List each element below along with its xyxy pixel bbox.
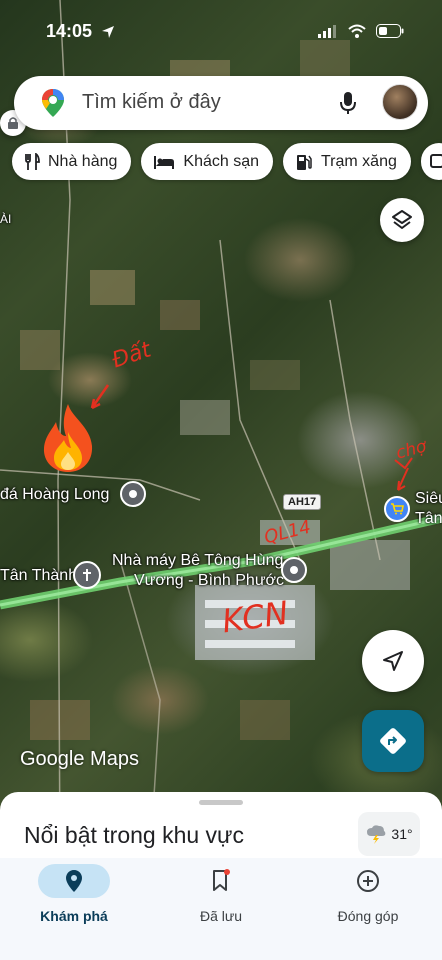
layers-icon [392,210,412,229]
nav-explore-pill [38,864,110,898]
chip-restaurants[interactable]: Nhà hàng [12,143,132,180]
nav-label: Đã lưu [199,908,243,924]
map-label-tan-thanh[interactable]: Tân Thành [0,567,77,585]
nav-saved[interactable]: Đã lưu [151,864,291,924]
shopping-cart-icon [391,503,404,515]
layers-button[interactable] [380,198,424,242]
status-bar: 14:05 [0,0,442,64]
status-icons [318,24,404,38]
supermarket-marker[interactable] [384,496,410,522]
my-location-button[interactable] [362,630,424,692]
road-shield-ah17: AH17 [283,494,322,510]
map-label-edge: ÀI [0,212,12,226]
bookmark-icon [213,869,230,891]
location-arrow-icon [102,26,114,38]
place-marker-factory[interactable] [281,557,307,583]
directions-icon [380,728,406,754]
map-label-sieu-line2[interactable]: Tân [415,510,442,528]
sheet-title: Nổi bật trong khu vực [24,822,244,848]
battery-icon [376,24,404,38]
nav-label: Khám phá [40,908,108,924]
nav-saved-pill [185,864,257,898]
weather-temp: 31° [391,826,413,842]
church-marker[interactable] [73,561,101,589]
chip-label: Trạm xăng [321,152,397,170]
maps-pin-icon [42,89,64,117]
weather-badge[interactable]: 31° [358,812,420,856]
navigation-arrow-icon [383,651,403,671]
chip-gas-stations[interactable]: Trạm xăng [283,143,411,180]
sheet-drag-handle[interactable] [199,800,243,805]
hotel-icon [154,155,175,169]
map-label-hoang-long[interactable]: đá Hoàng Long [0,486,109,504]
cross-icon [83,569,91,581]
add-circle-icon [357,870,379,892]
search-placeholder: Tìm kiếm ở đây [82,91,221,113]
chip-label: Nhà hàng [48,152,118,170]
directions-button[interactable] [362,710,424,772]
search-bar[interactable]: Tìm kiếm ở đây [14,76,428,130]
fire-emoji-icon [38,402,98,474]
avatar[interactable] [382,84,418,120]
nav-contribute-pill [332,864,404,898]
map-label-sieu-line1[interactable]: Siêu [415,490,442,508]
nav-explore[interactable]: Khám phá [4,864,144,924]
microphone-icon[interactable] [340,91,356,115]
wifi-icon [348,24,366,38]
map-label-factory-line1[interactable]: Nhà máy Bê Tông Hùng [112,552,283,570]
bottom-navigation: Khám phá Đã lưu Đóng góp [0,858,442,960]
place-marker-hoang-long[interactable] [120,481,146,507]
gas-station-icon [297,154,312,170]
chip-coffee[interactable] [420,143,442,180]
signal-icon [318,25,336,38]
google-maps-attribution: Google Maps [20,748,139,770]
status-time: 14:05 [46,21,93,41]
restaurant-icon [25,152,40,170]
map-label-factory-line2[interactable]: Vương - Bình Phước [134,572,284,590]
chip-label: Khách sạn [183,152,259,170]
nav-contribute[interactable]: Đóng góp [298,864,438,924]
thunderstorm-icon [367,825,386,844]
coffee-icon [429,153,442,168]
nav-label: Đóng góp [337,908,399,924]
category-chips: Nhà hàng Khách sạn Trạm xăng [12,143,442,181]
location-pin-icon [66,870,82,892]
chip-hotels[interactable]: Khách sạn [141,143,273,180]
